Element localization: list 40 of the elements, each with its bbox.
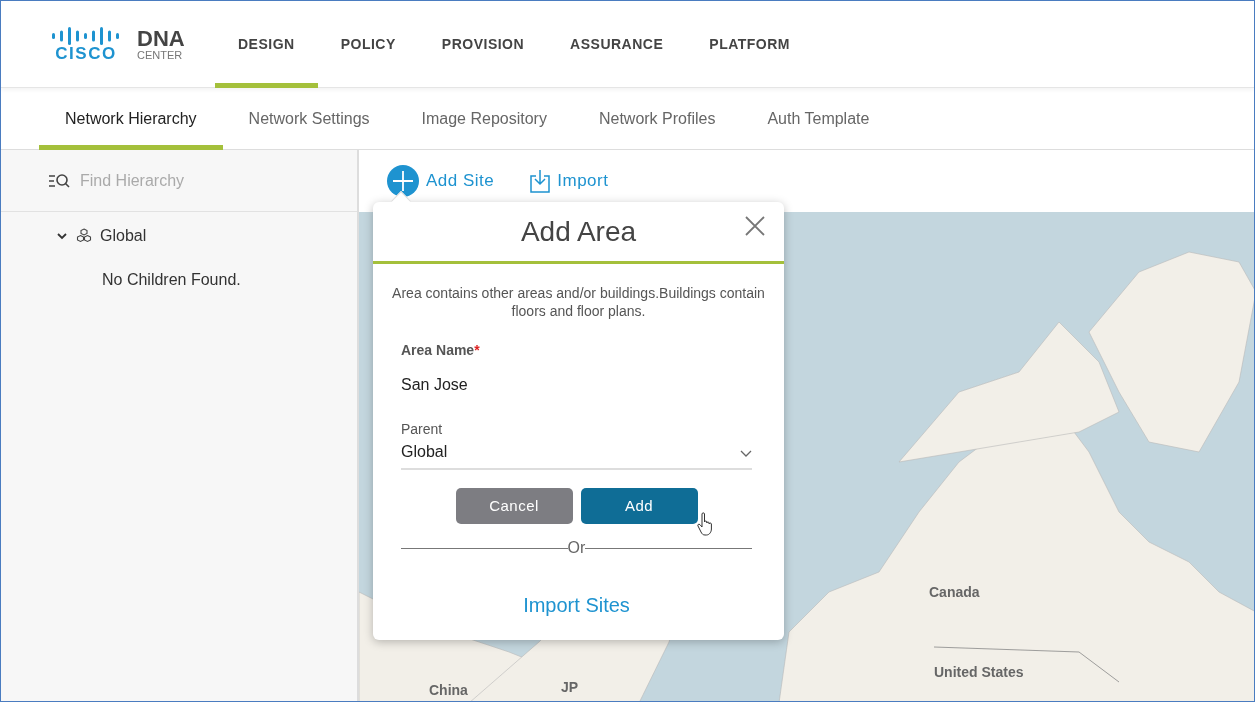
logo-bars-icon	[51, 26, 121, 45]
sub-tab[interactable]: Image Repository	[395, 88, 573, 150]
dialog-button[interactable]: Cancel	[455, 488, 573, 525]
hand-pointer-icon	[697, 512, 715, 537]
dialog-description: Area contains other areas and/or buildings.Buildings contain floors and floor plans.	[391, 284, 766, 321]
product-name: DNA	[137, 27, 185, 50]
separator-text: Or	[567, 538, 586, 559]
dialog-button[interactable]: Add	[580, 488, 698, 525]
nav-tab[interactable]: PLATFORM	[686, 1, 814, 88]
text-field[interactable]: San Jose	[401, 369, 752, 406]
field-label: Parent	[401, 420, 444, 440]
map-label: JP	[561, 678, 579, 697]
chevron-down-icon[interactable]	[56, 230, 68, 242]
nav-tab[interactable]: ASSURANCE	[547, 1, 687, 88]
empty-message: No Children Found.	[101, 270, 242, 290]
nav-tab[interactable]: PROVISION	[418, 1, 548, 88]
plus-icon	[387, 165, 419, 197]
map-label: Canada	[929, 583, 980, 602]
search-filter-icon	[48, 172, 70, 189]
sub-tab[interactable]: Auth Template	[741, 88, 896, 150]
logo-wordmark: CISCO	[55, 44, 117, 62]
select-value: Global	[401, 442, 449, 463]
nav-tab[interactable]: DESIGN	[215, 1, 318, 88]
tree-item[interactable]: Global	[100, 224, 147, 248]
field-label: Area Name*	[401, 341, 481, 361]
dialog-title: Add Area	[520, 214, 637, 249]
import-icon	[530, 169, 551, 193]
close-button[interactable]	[744, 214, 766, 238]
sub-tab[interactable]: Network Settings	[222, 88, 396, 150]
required-mark: *	[474, 342, 480, 359]
sub-tab[interactable]: Network Profiles	[572, 88, 742, 150]
cubes-icon	[76, 228, 92, 244]
toolbar-button[interactable]: Import	[530, 168, 609, 194]
import-sites-link[interactable]: Import Sites	[523, 594, 630, 617]
search-field[interactable]: Find Hierarchy	[78, 167, 298, 194]
map-label: China	[429, 681, 468, 700]
product-subtitle: CENTER	[137, 49, 184, 61]
select-field[interactable]: Parent Global	[401, 419, 752, 471]
nav-tab[interactable]: POLICY	[317, 1, 419, 88]
map-label: United States	[934, 663, 1024, 682]
